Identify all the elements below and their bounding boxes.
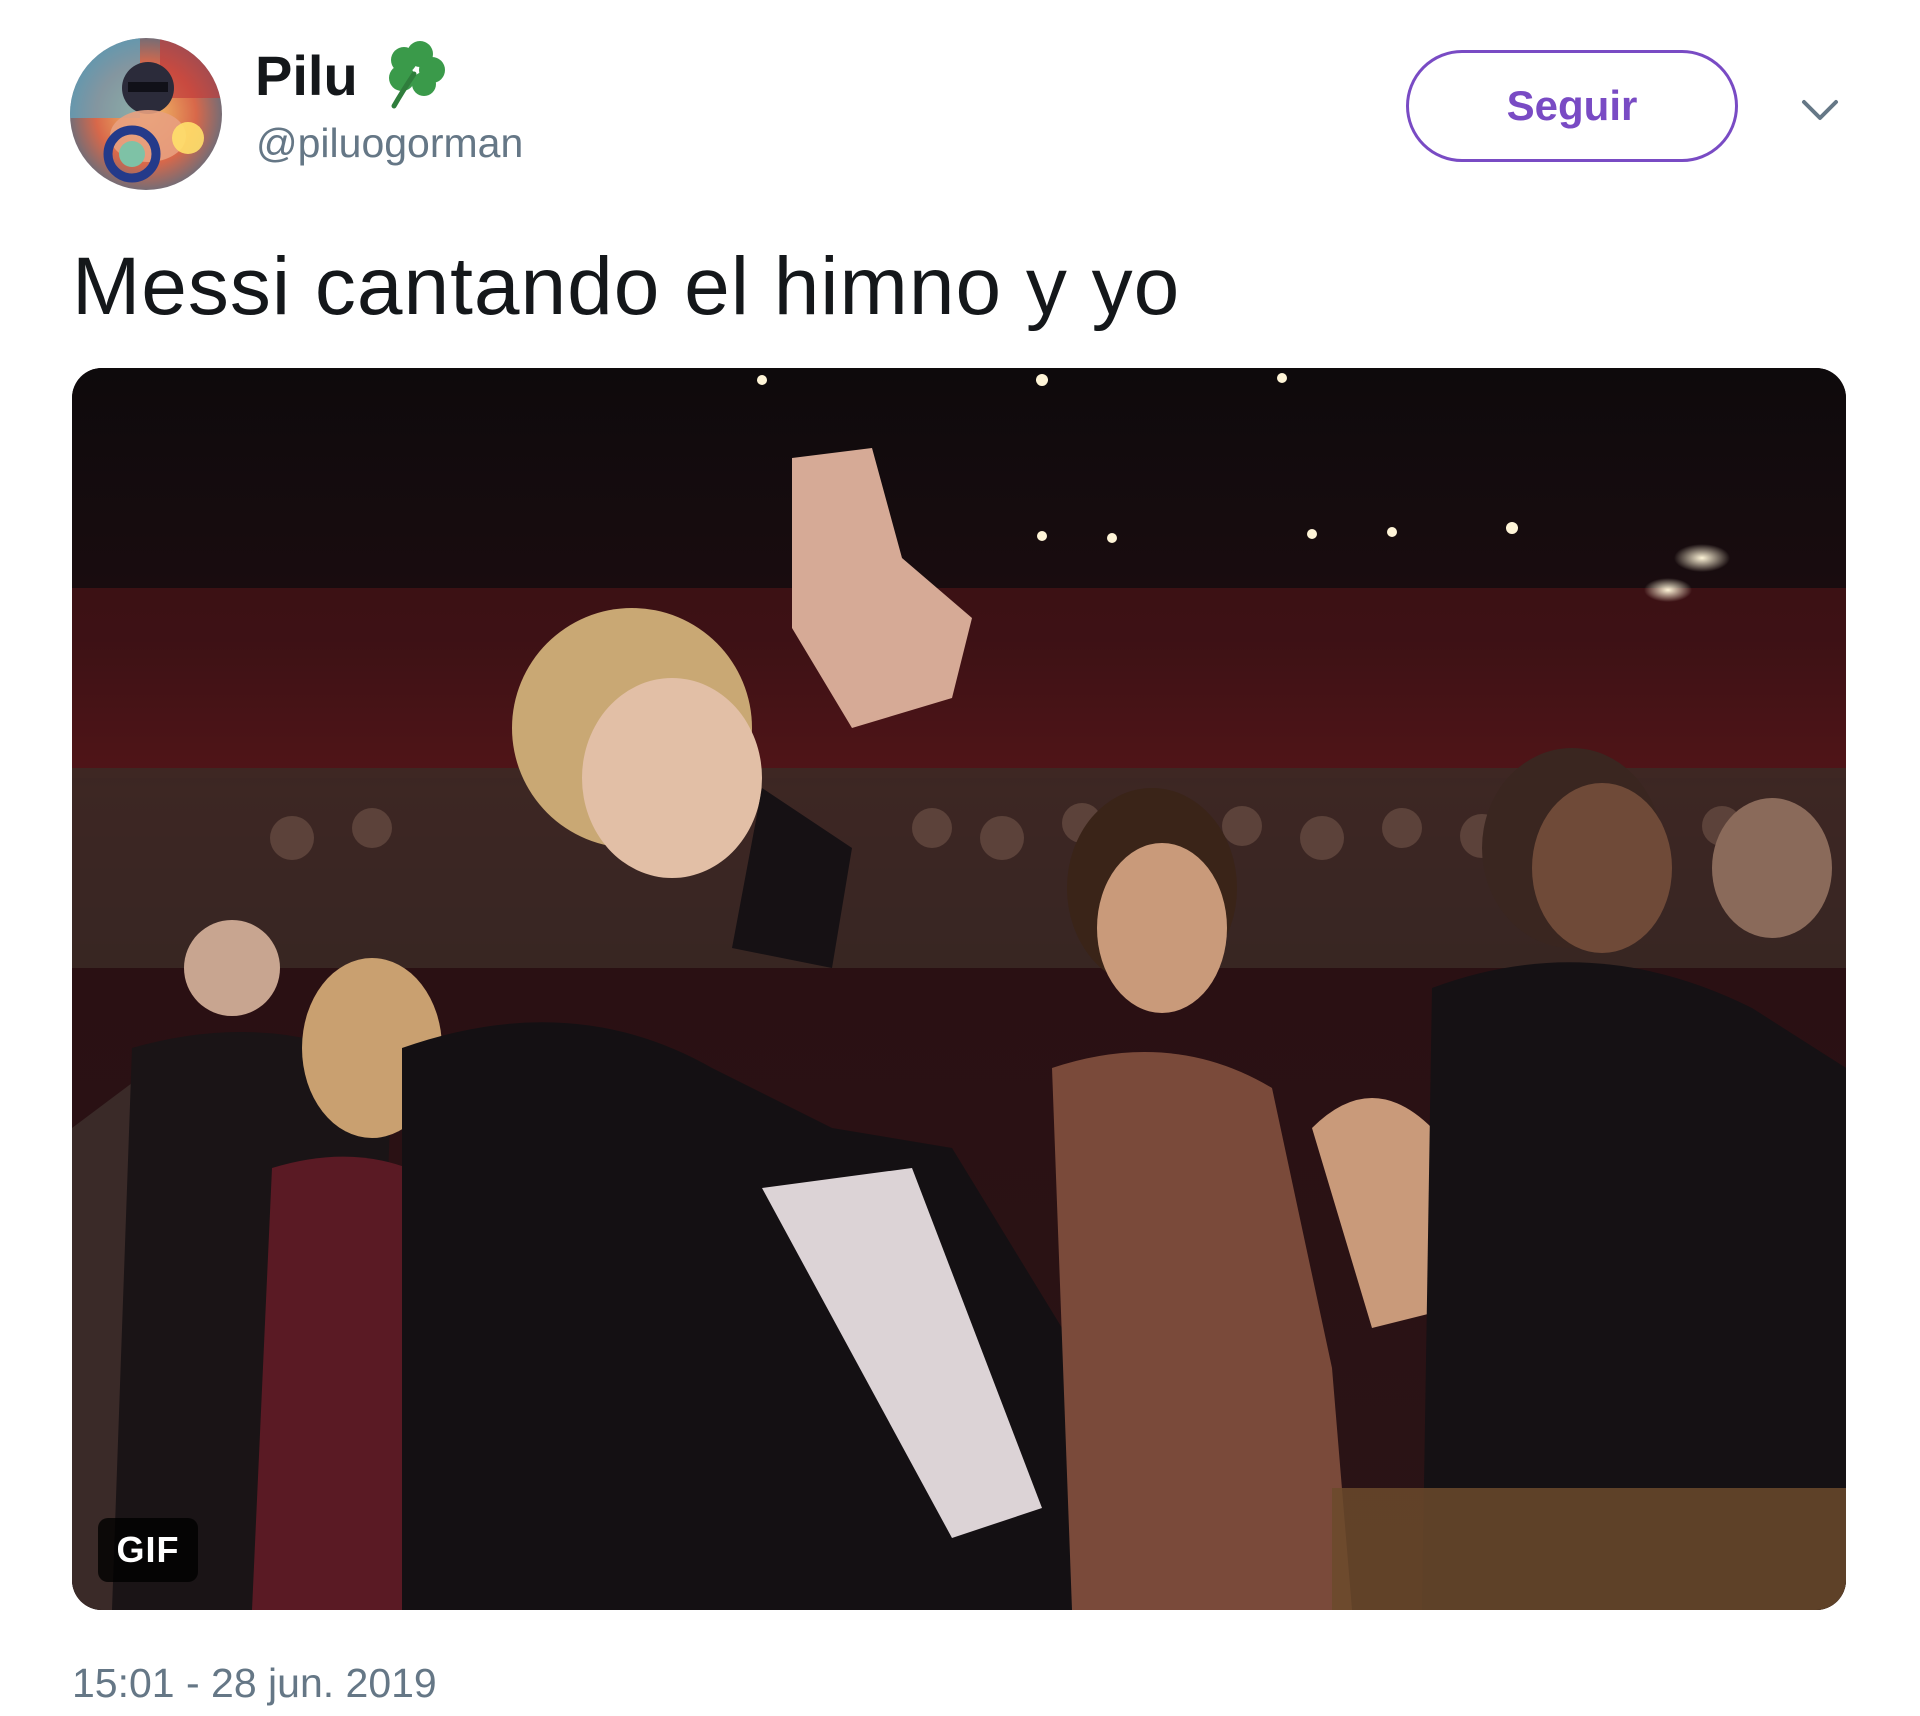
four-leaf-clover-icon [380, 40, 450, 110]
chevron-down-icon[interactable] [1796, 86, 1844, 134]
gif-badge: GIF [98, 1518, 198, 1582]
avatar[interactable] [70, 38, 222, 190]
display-name[interactable]: Pilu [255, 43, 358, 108]
tweet-timestamp[interactable]: 15:01 - 28 jun. 2019 [72, 1660, 437, 1707]
user-handle[interactable]: @piluogorman [256, 120, 523, 167]
avatar-image [70, 38, 222, 190]
gif-frame [72, 368, 1846, 1610]
tweet-card: Pilu @piluogorman Seguir Messi cantando … [0, 0, 1920, 1716]
media-gif[interactable]: GIF [72, 368, 1846, 1610]
follow-button[interactable]: Seguir [1406, 50, 1738, 162]
tweet-text: Messi cantando el himno y yo [72, 241, 1181, 332]
author-name-row: Pilu [255, 40, 450, 110]
